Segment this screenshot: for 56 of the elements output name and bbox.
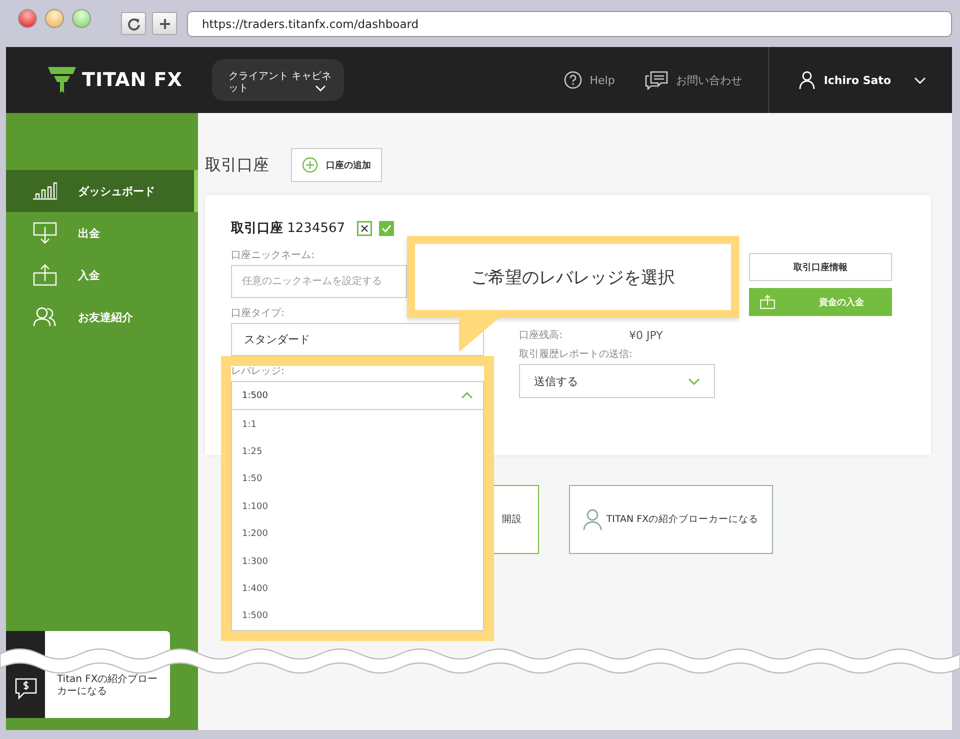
x-box-icon[interactable] xyxy=(357,220,372,236)
account-info-button[interactable]: 取引口座情報 xyxy=(749,253,892,281)
reload-button[interactable] xyxy=(121,12,146,35)
deposit-icon xyxy=(33,264,57,286)
report-label: 取引履歴レポートの送信: xyxy=(519,348,634,362)
user-menu[interactable]: Ichiro Sato xyxy=(768,47,952,113)
leverage-option[interactable]: 1:200 xyxy=(232,520,483,548)
leverage-option[interactable]: 1:300 xyxy=(232,548,483,576)
minimize-window-button[interactable] xyxy=(45,9,64,28)
help-icon xyxy=(564,71,582,89)
shield-logo-icon xyxy=(48,67,76,93)
sidebar-item[interactable]: ダッシュボード xyxy=(6,170,198,212)
withdraw-icon xyxy=(33,222,57,244)
close-window-button[interactable] xyxy=(18,9,37,28)
chevron-down-icon xyxy=(315,85,326,92)
deposit-icon xyxy=(760,295,775,309)
leverage-option[interactable]: 1:400 xyxy=(232,575,483,603)
page-title: 取引口座 xyxy=(205,154,269,176)
chevron-down-icon xyxy=(914,76,926,84)
plus-circle-icon xyxy=(302,157,318,173)
account-title: 取引口座 1234567 xyxy=(231,220,346,237)
balance-label: 口座残高: xyxy=(519,329,564,343)
people-icon xyxy=(33,307,57,327)
become-ib-button[interactable]: TITAN FXの紹介ブローカーになる xyxy=(569,485,773,554)
leverage-option[interactable]: 1:100 xyxy=(232,493,483,520)
account-type-field[interactable]: スタンダード xyxy=(231,323,484,356)
balance-value: ¥0 JPY xyxy=(629,329,663,343)
chat-icon xyxy=(644,70,668,90)
help-link[interactable]: Help xyxy=(564,71,615,89)
check-box-icon[interactable] xyxy=(379,220,394,236)
add-account-button[interactable]: 口座の追加 xyxy=(291,148,382,182)
report-select[interactable]: 送信する xyxy=(519,364,715,398)
chevron-down-icon xyxy=(688,378,700,384)
nickname-label: 口座ニックネーム: xyxy=(231,249,316,263)
chevron-down-icon xyxy=(461,392,473,399)
leverage-option[interactable]: 1:1 xyxy=(232,411,483,438)
account-type-label: 口座タイプ: xyxy=(231,307,286,321)
plus-icon xyxy=(158,18,170,30)
leverage-select[interactable]: 1:500 xyxy=(231,381,484,410)
client-cabinet-dropdown[interactable]: クライアント キャビネット xyxy=(212,59,344,101)
reload-icon xyxy=(126,16,140,30)
leverage-option[interactable]: 1:500 xyxy=(232,602,483,630)
leverage-option[interactable]: 1:50 xyxy=(232,466,483,494)
promo-text: Titan FXの紹介ブローカーになる xyxy=(57,674,159,698)
contact-link[interactable]: お問い合わせ xyxy=(644,70,742,90)
address-bar[interactable]: https://traders.titanfx.com/dashboard xyxy=(187,10,952,36)
leverage-option[interactable]: 1:25 xyxy=(232,438,483,466)
logo[interactable]: TITAN FX xyxy=(48,67,182,93)
new-tab-button[interactable] xyxy=(152,12,177,35)
zoom-window-button[interactable] xyxy=(72,9,91,28)
dollar-speech-bubble-icon xyxy=(14,678,36,700)
bar-chart-icon xyxy=(33,182,57,200)
nickname-input[interactable]: 任意のニックネームを設定する xyxy=(231,265,407,298)
person-icon xyxy=(798,70,815,90)
person-icon xyxy=(583,508,602,530)
leverage-label: レバレッジ: xyxy=(231,365,286,379)
